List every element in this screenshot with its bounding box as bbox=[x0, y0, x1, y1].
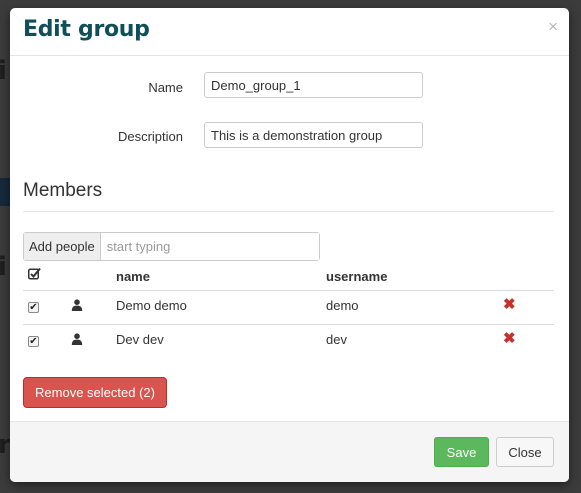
name-label: Name bbox=[148, 80, 183, 95]
member-name: Demo demo bbox=[116, 298, 187, 313]
member-username: demo bbox=[326, 298, 359, 313]
add-people-group: Add people bbox=[23, 232, 320, 261]
description-label: Description bbox=[117, 129, 183, 144]
close-button[interactable]: Close bbox=[496, 437, 554, 467]
background-text-fragment: i bbox=[0, 56, 7, 86]
user-icon bbox=[71, 333, 83, 345]
background-text-fragment: i bbox=[0, 252, 7, 282]
section-divider bbox=[23, 211, 554, 212]
member-username: dev bbox=[326, 332, 347, 347]
user-icon bbox=[71, 299, 83, 311]
column-header-name[interactable]: name bbox=[116, 269, 150, 284]
row-divider bbox=[23, 324, 554, 325]
save-button[interactable]: Save bbox=[434, 437, 489, 467]
header-divider bbox=[23, 290, 554, 291]
member-name: Dev dev bbox=[116, 332, 164, 347]
remove-icon[interactable]: ✖ bbox=[503, 331, 516, 346]
modal-header: Edit group × bbox=[10, 8, 569, 56]
column-header-username[interactable]: username bbox=[326, 269, 387, 284]
remove-selected-button[interactable]: Remove selected (2) bbox=[23, 377, 167, 408]
edit-group-modal: Edit group × Name Description Members Ad… bbox=[10, 8, 569, 482]
close-icon[interactable]: × bbox=[548, 18, 558, 35]
members-heading: Members bbox=[23, 180, 103, 201]
remove-icon[interactable]: ✖ bbox=[503, 297, 516, 312]
row-checkbox[interactable]: ✔ bbox=[28, 336, 39, 347]
check-square-icon[interactable] bbox=[28, 267, 41, 283]
add-people-button[interactable]: Add people bbox=[24, 233, 101, 260]
name-field[interactable] bbox=[204, 72, 423, 98]
row-checkbox[interactable]: ✔ bbox=[28, 302, 39, 313]
modal-title: Edit group bbox=[23, 17, 150, 42]
description-field[interactable] bbox=[204, 122, 423, 148]
background-bar-fragment bbox=[0, 178, 10, 206]
add-people-input[interactable] bbox=[100, 233, 319, 260]
